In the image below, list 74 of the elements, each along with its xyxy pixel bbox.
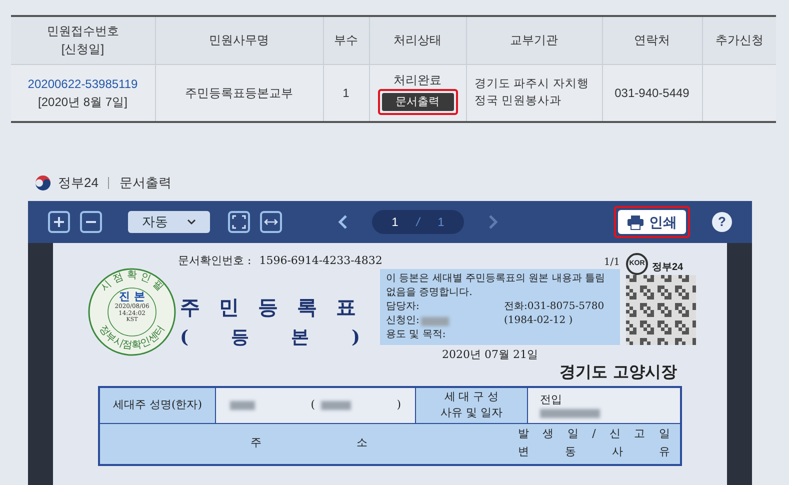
change-reason-header: 변 — [518, 444, 529, 460]
confirm-number: 1596-6914-4233-4832 — [259, 253, 382, 269]
zoom-select[interactable]: 자동 — [128, 211, 210, 233]
notice-field-label: 용도 및 목적: — [386, 328, 446, 342]
print-button[interactable]: 인쇄 — [618, 210, 686, 234]
current-page: 1 — [392, 214, 398, 231]
brand-name: 정부24 — [58, 174, 98, 192]
notice-text: 이 등본은 세대별 주민등록표의 원본 내용과 틀림없음을 증명합니다. — [386, 272, 606, 300]
status-text: 처리완료 — [392, 72, 442, 89]
occurrence-date-header: 일 — [567, 426, 578, 442]
qr-label: 정부24 — [652, 261, 684, 275]
occurrence-date-header: 발 — [518, 426, 529, 442]
occurrence-date-header: 일 — [658, 426, 670, 442]
column-header: 교부기관 — [466, 16, 602, 64]
chevron-down-icon — [187, 219, 196, 225]
confirm-number-label: 문서확인번호 : — [178, 253, 252, 269]
receipt-number-link[interactable]: 20200622-53985119 — [11, 74, 154, 93]
service-name: 주민등록표등본교부 — [185, 86, 293, 100]
viewer-title: 문서출력 — [119, 174, 172, 192]
fit-width-icon — [264, 218, 278, 226]
column-header: 연락처 — [602, 16, 702, 64]
column-header: 부수 — [323, 16, 369, 64]
notice-field-label: 신청인: — [386, 314, 420, 328]
qr-code — [626, 275, 696, 345]
occurrence-date-header: / — [592, 426, 596, 442]
printer-icon — [627, 214, 644, 230]
document-subtitle: ( — [180, 326, 189, 350]
fit-page-button[interactable] — [228, 211, 250, 233]
document-subtitle: 본 — [291, 326, 310, 350]
page-separator: / — [416, 214, 420, 231]
government-logo-icon — [34, 174, 52, 192]
print-document-button[interactable]: 문서출력 — [382, 92, 454, 111]
blurred-text-block — [540, 408, 600, 418]
document-title: 주 민 등 록 표 — [180, 294, 360, 320]
change-reason-header: 유 — [659, 444, 670, 460]
column-header: 처리상태 — [369, 16, 466, 64]
column-header: 민원사무명 — [155, 16, 323, 64]
notice-field-label: 담당자: — [386, 300, 420, 314]
blurred-text-block — [230, 400, 255, 410]
issue-date: 2020년 07월 21일 — [442, 348, 538, 361]
contact-number: 031-940-5449 — [614, 86, 690, 100]
issuer-name: 경기도 고양시장 — [559, 362, 677, 380]
household-reason-label: 사유 및 일자 — [440, 405, 502, 421]
plus-icon — [53, 216, 65, 228]
blurred-text-block — [321, 400, 351, 410]
household-reason-label: 세 대 구 성 — [444, 388, 499, 404]
copies-count: 1 — [342, 86, 350, 100]
notice-field-value: 전화:031-8075-5780 — [504, 300, 604, 314]
occurrence-date-header: 고 — [634, 426, 646, 442]
help-button[interactable]: ? — [712, 212, 732, 232]
fit-page-icon — [232, 215, 246, 229]
change-reason-header: 동 — [565, 444, 576, 460]
change-reason-header: 사 — [612, 444, 623, 460]
column-header: 추가신청 — [702, 16, 776, 64]
application-date: [2020년 8월 7일] — [37, 94, 128, 111]
address-header-text: 주 — [250, 435, 262, 452]
zoom-out-button[interactable] — [80, 211, 102, 233]
page-number: 1/1 — [604, 257, 620, 268]
close-parenthesis: ) — [396, 396, 401, 413]
zoom-in-button[interactable] — [48, 211, 70, 233]
open-parenthesis: ( — [310, 396, 316, 413]
total-pages: 1 — [438, 214, 444, 231]
occurrence-date-header: 신 — [610, 426, 621, 442]
fit-width-button[interactable] — [260, 211, 282, 233]
address-header-text: 소 — [356, 435, 368, 452]
notice-field-value: (1984-02-12 ) — [504, 314, 573, 328]
document-subtitle: ) — [351, 326, 360, 350]
agency-name: 경기도 파주시 자치행정국 민원봉사과 — [474, 78, 589, 107]
household-name-label: 세대주 성명(한자) — [112, 396, 202, 413]
document-subtitle: 등 — [230, 326, 249, 350]
previous-page-button[interactable] — [338, 214, 348, 230]
column-header: 민원접수번호 [신청일] — [11, 16, 155, 64]
household-reason-value: 전입 — [540, 392, 563, 408]
occurrence-date-header: 생 — [542, 426, 554, 442]
